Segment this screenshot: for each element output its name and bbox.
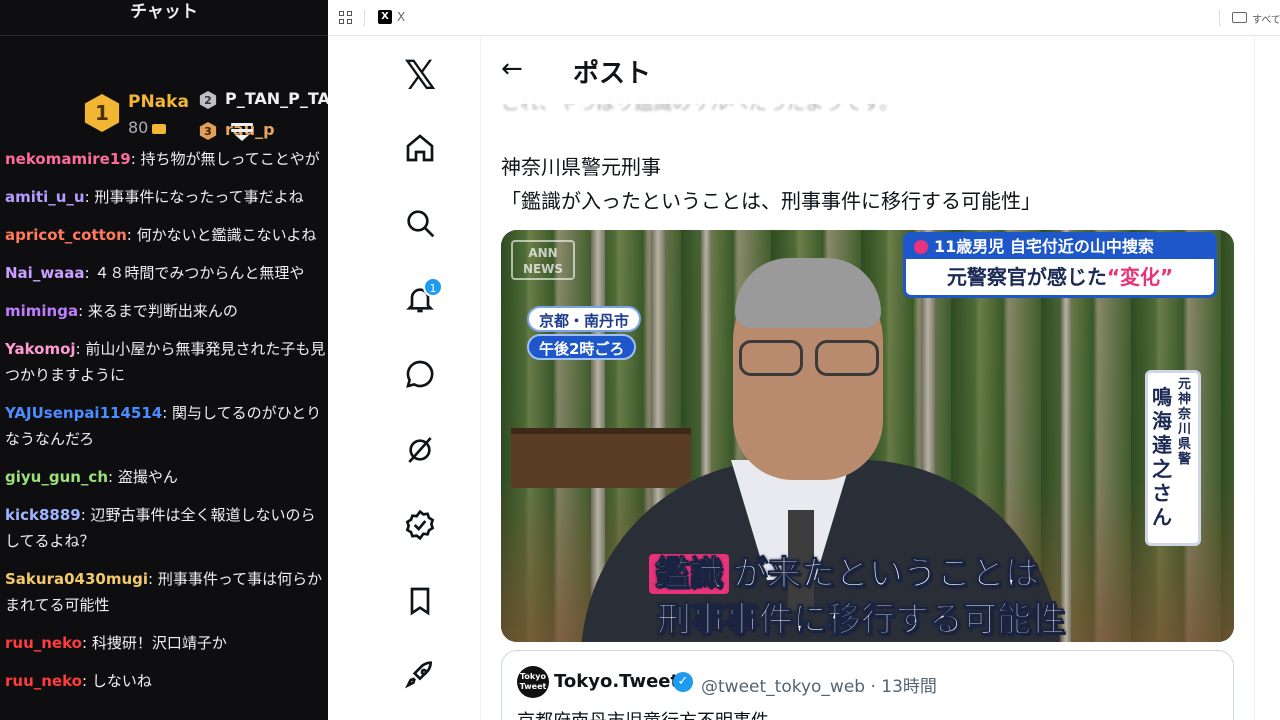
chat-message: nekomamire19: 持ち物が無しってことやが <box>0 146 328 172</box>
subtitle-text: が来たということは <box>733 554 1040 595</box>
chat-text: : しないね <box>82 672 152 690</box>
avatar[interactable]: Tokyo Tweet <box>517 666 549 698</box>
headline-emphasis: “変化” <box>1106 265 1174 289</box>
apps-grid-icon[interactable] <box>339 11 353 25</box>
post-header: ← ポスト <box>481 36 1254 104</box>
chat-message: ruu_neko: しないね <box>0 668 328 694</box>
x-logo-icon[interactable]: 𝕏 <box>404 56 436 96</box>
chat-text: : 何かないと鑑識こないよね <box>126 226 317 244</box>
notifications-icon[interactable]: 1 <box>404 277 443 319</box>
chat-message: ruu_neko: 科捜研！沢口靖子か <box>0 630 328 656</box>
browser-tab[interactable]: X <box>397 10 405 24</box>
chat-title: チャット <box>0 0 328 36</box>
folder-icon[interactable] <box>1232 12 1247 23</box>
post-column: これ、やっぱり鑑識のサルべたったようです。 ← ポスト 神奈川県警元刑事 「鑑識… <box>481 36 1254 720</box>
interviewee-name: 鳴海達之さん <box>1152 385 1172 529</box>
chat-message: amiti_u_u: 刑事事件になったって事だよね <box>0 184 328 210</box>
glasses <box>739 340 889 376</box>
subtitle-line-1: 鑑識 が来たということは <box>649 546 1040 595</box>
collapse-leaderboard-icon[interactable] <box>231 123 253 144</box>
quoted-author-handle: @tweet_tokyo_web · 13時間 <box>701 677 937 697</box>
x-sidebar-nav: 𝕏 1 <box>328 36 480 720</box>
rank-1-badge-icon: 1 <box>84 94 120 132</box>
chat-username[interactable]: Sakura0430mugi <box>5 570 148 588</box>
person-hair <box>735 258 881 328</box>
chat-message: Nai_waaa: ４８時間でみつからんと無理や <box>0 260 328 286</box>
rank-3-badge-icon: 3 <box>199 122 217 140</box>
leaderboard: 1 PNaka 80 2 P_TAN_P_TA 3 rau_p <box>0 36 328 140</box>
messages-icon[interactable] <box>404 358 440 394</box>
rank-2-badge-icon: 2 <box>199 91 217 109</box>
chat-message: kick8889: 辺野古事件は全く報道しないのらしてるよね？ <box>0 502 328 554</box>
chat-messages: nekomamire19: 持ち物が無しってことやが amiti_u_u: 刑事… <box>0 146 328 706</box>
chat-username[interactable]: giyu_gun_ch <box>5 468 108 486</box>
leader-first-score: 80 <box>128 118 167 137</box>
chat-username[interactable]: YAJUsenpai114514 <box>5 404 162 422</box>
post-body-line: 神奈川県警元刑事 <box>501 155 661 179</box>
headline-top: 11歳男児 自宅付近の山中捜索 <box>906 235 1214 259</box>
post-body: 神奈川県警元刑事 「鑑識が入ったということは、刑事事件に移行する可能性」 <box>501 150 1041 218</box>
headline-main-text: 元警察官が感じた <box>946 265 1107 289</box>
quoted-post-text: 京都府南丹市児童行方不明事件 <box>517 707 769 720</box>
quoted-author-name[interactable]: Tokyo.Tweet <box>554 671 679 692</box>
chat-message: giyu_gun_ch: 盗撮やん <box>0 464 328 490</box>
post-body-line: 「鑑識が入ったということは、刑事事件に移行する可能性」 <box>501 189 1041 213</box>
chat-username[interactable]: Yakomoj <box>5 340 76 358</box>
time-caption: 午後2時ごろ <box>527 334 637 360</box>
chat-message: Yakomoj: 前山小屋から無事発見された子も見つかりますように <box>0 336 328 388</box>
chat-text: : 持ち物が無しってことやが <box>130 150 320 168</box>
chat-username[interactable]: apricot_cotton <box>5 226 127 244</box>
chat-message: Sakura0430mugi: 刑事事件って事は何らかまれてる可能性 <box>0 566 328 618</box>
interviewee-title: 元神奈川県警 <box>1178 377 1192 467</box>
chat-text: : 科捜研！沢口靖子か <box>82 634 227 652</box>
chat-username[interactable]: ruu_neko <box>5 634 82 652</box>
bookmarks-icon[interactable] <box>404 585 440 621</box>
page-title: ポスト <box>573 59 652 89</box>
chat-text: : 来るまで判断出来んの <box>78 302 238 320</box>
back-arrow-icon[interactable]: ← <box>501 56 523 82</box>
chat-username[interactable]: ruu_neko <box>5 672 82 690</box>
interviewee-namebox: 元神奈川県警 鳴海達之さん <box>1145 370 1201 546</box>
rocket-icon[interactable] <box>404 660 440 696</box>
chat-text: : 刑事事件になったって事だよね <box>84 188 304 206</box>
search-icon[interactable] <box>404 207 440 243</box>
chat-username[interactable]: nekomamire19 <box>5 150 131 168</box>
subtitle-highlight: 鑑識 <box>649 554 729 595</box>
chat-message: mimingа: 来るまで判断出来んの <box>0 298 328 324</box>
subtitle-line-2: 刑事事件に移行する可能性 <box>657 600 1066 641</box>
browser-tab-bar: X X すべて <box>328 0 1280 36</box>
column-divider <box>1254 36 1255 720</box>
tab-separator <box>1219 10 1220 26</box>
leader-first-name[interactable]: PNaka <box>128 92 189 112</box>
chat-text: : 盗撮やん <box>108 468 178 486</box>
location-caption: 京都・南丹市 <box>527 306 642 332</box>
coin-icon <box>152 123 167 134</box>
chat-message: apricot_cotton: 何かないと鑑識こないよね <box>0 222 328 248</box>
leader-score-value: 80 <box>128 118 149 137</box>
notification-badge: 1 <box>423 277 443 297</box>
headline-main: 元警察官が感じた“変化” <box>906 260 1214 294</box>
verified-icon[interactable] <box>404 509 440 545</box>
chat-username[interactable]: amiti_u_u <box>5 188 85 206</box>
x-favicon-icon: X <box>378 10 392 24</box>
browser-window: X X すべて 𝕏 1 ← ポスト 神奈川県警元刑事 「鑑識が入ったということは… <box>328 0 1280 720</box>
verified-badge-icon: ✓ <box>673 672 693 692</box>
chat-username[interactable]: kick8889 <box>5 506 81 524</box>
post-media-image[interactable]: ANN NEWS 京都・南丹市 午後2時ごろ 11歳男児 自宅付近の山中捜索 元… <box>501 230 1234 642</box>
chat-message: YAJUsenpai114514: 関与してるのがひとりなうなんだろ <box>0 400 328 452</box>
leader-second-name[interactable]: P_TAN_P_TA <box>225 89 328 108</box>
bookmarks-folder-label[interactable]: すべて <box>1252 11 1280 26</box>
grok-icon[interactable] <box>404 434 440 470</box>
wooden-hut <box>511 428 691 488</box>
tab-separator <box>364 10 365 26</box>
news-watermark: ANN NEWS <box>511 240 575 280</box>
chat-text: : ４８時間でみつからんと無理や <box>84 264 305 282</box>
chat-panel: チャット 1 PNaka 80 2 P_TAN_P_TA 3 rau_p nek… <box>0 0 328 720</box>
chat-username[interactable]: Nai_waaa <box>5 264 85 282</box>
headline-caption: 11歳男児 自宅付近の山中捜索 元警察官が感じた“変化” <box>903 232 1217 298</box>
home-icon[interactable] <box>404 132 440 168</box>
chat-username[interactable]: mimingа <box>5 302 78 320</box>
quoted-post[interactable]: Tokyo Tweet Tokyo.Tweet ✓ @tweet_tokyo_w… <box>501 650 1234 720</box>
